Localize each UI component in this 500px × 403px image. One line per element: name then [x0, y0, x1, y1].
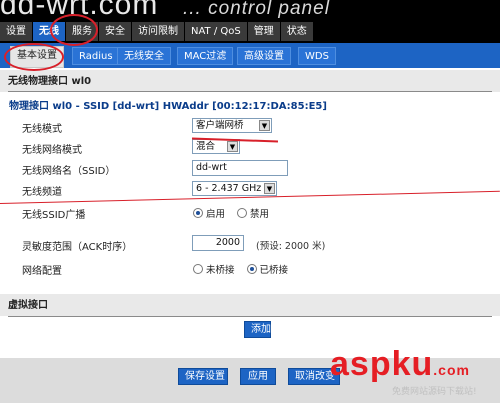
subtab-radius[interactable]: Radius: [72, 47, 120, 65]
ack-hint: (预设: 2000 米): [256, 241, 326, 252]
wireless-mode-value: 客户端网桥: [196, 120, 244, 131]
virtual-section-band: [0, 294, 500, 316]
add-button[interactable]: 添加: [244, 321, 271, 338]
aspku-watermark: aspku.com: [330, 345, 470, 383]
radio-enable-label: 启用: [206, 209, 226, 220]
radio-bridged-label: 已桥接: [259, 265, 289, 276]
ack-input[interactable]: 2000: [192, 235, 244, 251]
tab-setup[interactable]: 设置: [0, 22, 33, 41]
annotation-circle-subtab: [4, 43, 64, 71]
subtab-mac-filter[interactable]: MAC过滤: [177, 47, 234, 65]
divider: [8, 91, 492, 92]
section-title-virtual: 虚拟接口: [8, 300, 48, 311]
ssid-broadcast-label: 无线SSID广播: [22, 210, 86, 221]
chevron-down-icon: ▼: [227, 141, 238, 152]
tab-administration[interactable]: 管理: [247, 22, 281, 41]
subtab-wireless-security[interactable]: 无线安全: [117, 47, 171, 65]
radio-unbridged[interactable]: [193, 264, 203, 274]
divider: [8, 316, 492, 317]
subtab-wds[interactable]: WDS: [298, 47, 336, 65]
channel-select[interactable]: 6 - 2.437 GHz ▼: [192, 181, 277, 196]
tab-nat-qos[interactable]: NAT / QoS: [185, 22, 248, 41]
channel-value: 6 - 2.437 GHz: [196, 183, 262, 194]
tab-security[interactable]: 安全: [99, 22, 132, 41]
annotation-circle-tab: [50, 14, 98, 46]
radio-bridged[interactable]: [246, 264, 257, 274]
subtab-advanced-settings[interactable]: 高级设置: [237, 47, 291, 65]
ssid-label: 无线网络名（SSID）: [22, 166, 116, 177]
channel-label: 无线频道: [22, 187, 62, 198]
ack-label: 灵敏度范围（ACK时序）: [22, 242, 133, 253]
interface-info: 物理接口 wl0 - SSID [dd-wrt] HWAddr [00:12:1…: [9, 101, 327, 112]
chevron-down-icon: ▼: [264, 183, 275, 194]
main-nav: 设置 无线 服务 安全 访问限制 NAT / QoS 管理 状态: [0, 22, 314, 41]
sub-nav: 基本设置 Radius 无线安全 MAC过滤 高级设置 WDS: [0, 43, 500, 68]
save-button[interactable]: 保存设置: [178, 368, 228, 385]
tab-status[interactable]: 状态: [280, 22, 314, 41]
radio-disable-label: 禁用: [250, 209, 270, 220]
control-panel-title: ... control panel: [183, 0, 330, 19]
ssid-input[interactable]: dd-wrt: [192, 160, 288, 176]
network-config-label: 网络配置: [22, 266, 62, 277]
network-mode-label: 无线网络模式: [22, 145, 82, 156]
network-mode-value: 混合: [196, 141, 216, 152]
radio-enable[interactable]: [193, 208, 203, 218]
network-config-options: 未桥接 已桥接: [193, 262, 288, 276]
wireless-mode-select[interactable]: 客户端网桥 ▼: [192, 118, 272, 133]
network-mode-select[interactable]: 混合 ▼: [192, 139, 240, 154]
watermark-subtitle: 免费网站源码下载站!: [392, 387, 477, 397]
apply-button[interactable]: 应用: [240, 368, 276, 385]
wireless-mode-label: 无线模式: [22, 124, 62, 135]
chevron-down-icon: ▼: [259, 120, 270, 131]
radio-unbridged-label: 未桥接: [206, 265, 235, 276]
radio-disable[interactable]: [237, 208, 248, 218]
section-title-physical: 无线物理接口 wl0: [8, 76, 92, 87]
ssid-broadcast-options: 启用 禁用: [193, 206, 269, 220]
tab-access-restrictions[interactable]: 访问限制: [132, 22, 185, 41]
